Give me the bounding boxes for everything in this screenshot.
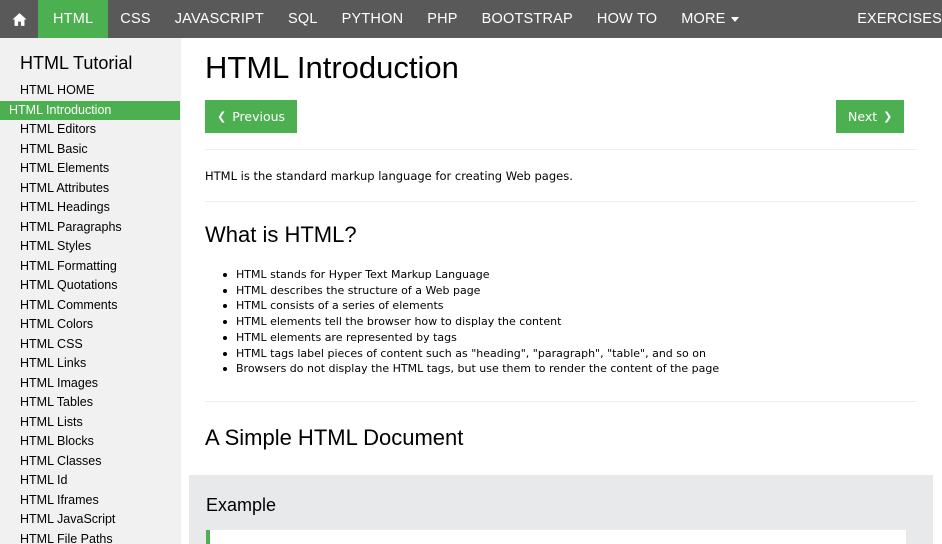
intro-text: HTML is the standard markup language for… (205, 169, 573, 183)
nav-item-javascript[interactable]: JAVASCRIPT (163, 0, 276, 38)
sidebar-item-html-lists[interactable]: HTML Lists (0, 413, 181, 433)
nav-item-python[interactable]: PYTHON (330, 0, 416, 38)
nav-item-exercises[interactable]: EXERCISES (845, 0, 942, 38)
sidebar-item-html-css[interactable]: HTML CSS (0, 335, 181, 355)
sidebar-item-html-links[interactable]: HTML Links (0, 354, 181, 374)
sidebar-item-html-tables[interactable]: HTML Tables (0, 393, 181, 413)
previous-button[interactable]: ❮ Previous (205, 100, 298, 133)
chevron-right-icon: ❯ (883, 110, 893, 123)
nav-item-more-label: MORE (681, 11, 726, 27)
divider (205, 401, 917, 402)
sidebar-item-html-file-paths[interactable]: HTML File Paths (0, 530, 181, 544)
what-is-html-heading: What is HTML? (205, 222, 357, 247)
sidebar: HTML Tutorial HTML HOME HTML Introduction… (0, 38, 181, 544)
divider (205, 201, 917, 202)
sidebar-title: HTML Tutorial (20, 53, 133, 73)
next-button[interactable]: Next ❯ (836, 100, 905, 133)
sidebar-item-html-formatting[interactable]: HTML Formatting (0, 257, 181, 277)
nav-item-php[interactable]: PHP (415, 0, 469, 38)
sidebar-item-html-elements[interactable]: HTML Elements (0, 159, 181, 179)
example-box: Example (189, 475, 933, 544)
sidebar-item-html-comments[interactable]: HTML Comments (0, 296, 181, 316)
sidebar-item-html-editors[interactable]: HTML Editors (0, 120, 181, 140)
sidebar-item-html-classes[interactable]: HTML Classes (0, 452, 181, 472)
nav-item-html[interactable]: HTML (38, 0, 109, 38)
sidebar-item-html-attributes[interactable]: HTML Attributes (0, 179, 181, 199)
sidebar-item-html-introduction[interactable]: HTML Introduction (0, 100, 180, 120)
list-item: HTML describes the structure of a Web pa… (221, 283, 719, 299)
list-item: HTML elements tell the browser how to di… (221, 314, 719, 330)
nav-item-bootstrap[interactable]: BOOTSTRAP (470, 0, 585, 38)
sidebar-item-html-home[interactable]: HTML HOME (0, 81, 181, 101)
sidebar-item-html-paragraphs[interactable]: HTML Paragraphs (0, 218, 181, 238)
sidebar-list: HTML HOME HTML Introduction HTML Editors HT… (0, 81, 181, 544)
sidebar-item-html-headings[interactable]: HTML Headings (0, 198, 181, 218)
sidebar-item-html-iframes[interactable]: HTML Iframes (0, 491, 181, 511)
nav-item-how-to[interactable]: HOW TO (585, 0, 669, 38)
list-item: Browsers do not display the HTML tags, b… (221, 361, 719, 377)
sidebar-item-html-id[interactable]: HTML Id (0, 471, 181, 491)
sidebar-item-html-blocks[interactable]: HTML Blocks (0, 432, 181, 452)
next-button-label: Next (848, 109, 878, 124)
caret-down-icon (730, 16, 739, 22)
sidebar-item-html-basic[interactable]: HTML Basic (0, 140, 181, 160)
home-icon (11, 12, 27, 26)
list-item: HTML consists of a series of elements (221, 298, 719, 314)
nav-item-more[interactable]: MORE (669, 0, 750, 38)
nav-item-sql[interactable]: SQL (276, 0, 330, 38)
simple-html-document-heading: A Simple HTML Document (205, 425, 464, 450)
sidebar-item-html-styles[interactable]: HTML Styles (0, 237, 181, 257)
sidebar-item-html-javascript[interactable]: HTML JavaScript (0, 510, 181, 530)
nav-home-button[interactable] (0, 0, 38, 38)
top-navigation: HTML CSS JAVASCRIPT SQL PYTHON PHP BOOTS… (0, 0, 942, 38)
what-is-html-list: HTML stands for Hyper Text Markup Langua… (221, 267, 719, 377)
example-title: Example (206, 495, 277, 515)
divider (205, 149, 917, 150)
code-box (206, 530, 906, 544)
list-item: HTML tags label pieces of content such a… (221, 346, 719, 362)
main-content: HTML Introduction ❮ Previous Next ❯ HTML… (181, 38, 942, 544)
list-item: HTML stands for Hyper Text Markup Langua… (221, 267, 719, 283)
sidebar-item-html-colors[interactable]: HTML Colors (0, 315, 181, 335)
list-item: HTML elements are represented by tags (221, 330, 719, 346)
sidebar-item-html-quotations[interactable]: HTML Quotations (0, 276, 181, 296)
sidebar-item-html-images[interactable]: HTML Images (0, 374, 181, 394)
chevron-left-icon: ❮ (217, 110, 227, 123)
previous-button-label: Previous (232, 109, 286, 124)
page-title: HTML Introduction (205, 50, 459, 85)
nav-item-css[interactable]: CSS (108, 0, 162, 38)
